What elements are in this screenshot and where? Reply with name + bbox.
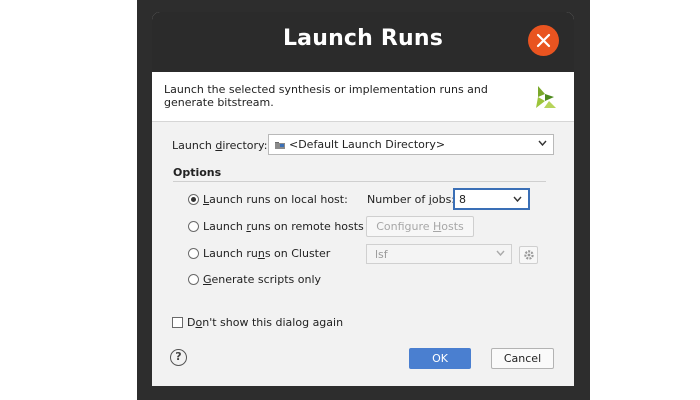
- local-host-label: Launch runs on local host:: [203, 193, 348, 206]
- launch-runs-dialog: Launch Runs Launch the selected synthesi…: [152, 12, 574, 386]
- dialog-title: Launch Runs: [282, 26, 444, 51]
- description-header: Launch the selected synthesis or impleme…: [152, 72, 574, 122]
- cluster-radio[interactable]: [188, 248, 199, 259]
- remote-hosts-radio[interactable]: [188, 221, 199, 232]
- close-button[interactable]: [528, 25, 559, 56]
- help-icon: ?: [175, 350, 182, 363]
- folder-icon: [275, 142, 285, 149]
- chevron-down-icon: [538, 140, 547, 146]
- gear-icon: [524, 250, 534, 260]
- launch-directory-value: <Default Launch Directory>: [289, 138, 446, 151]
- jobs-label: Number of jobs:: [367, 193, 456, 206]
- configure-hosts-button[interactable]: Configure Hosts: [366, 216, 474, 237]
- jobs-select[interactable]: 8: [453, 188, 530, 210]
- scripts-only-radio[interactable]: [188, 274, 199, 285]
- launch-directory-label: Launch directory:: [172, 139, 268, 152]
- dialog-description: Launch the selected synthesis or impleme…: [164, 83, 488, 109]
- cluster-label: Launch runs on Cluster: [203, 247, 331, 260]
- remote-hosts-label: Launch runs on remote hosts: [203, 220, 364, 233]
- title-bar: Launch Runs: [152, 12, 574, 72]
- launch-directory-combo[interactable]: <Default Launch Directory>: [268, 134, 554, 155]
- options-title: Options: [173, 166, 222, 179]
- dont-show-checkbox[interactable]: [172, 317, 183, 328]
- cluster-settings-button[interactable]: [519, 246, 538, 264]
- close-icon: [536, 33, 551, 48]
- cluster-value: lsf: [375, 248, 388, 261]
- help-button[interactable]: ?: [170, 349, 187, 366]
- cluster-select[interactable]: lsf: [366, 244, 512, 264]
- jobs-value: 8: [459, 193, 466, 206]
- scripts-only-label: Generate scripts only: [203, 273, 322, 286]
- ok-button[interactable]: OK: [409, 348, 471, 369]
- chevron-down-icon: [513, 196, 522, 202]
- local-host-radio[interactable]: [188, 194, 199, 205]
- options-divider: [173, 181, 546, 182]
- xilinx-logo: [536, 86, 556, 108]
- chevron-down-icon: [496, 250, 505, 256]
- cancel-button[interactable]: Cancel: [491, 348, 554, 369]
- dont-show-label: Don't show this dialog again: [187, 316, 344, 329]
